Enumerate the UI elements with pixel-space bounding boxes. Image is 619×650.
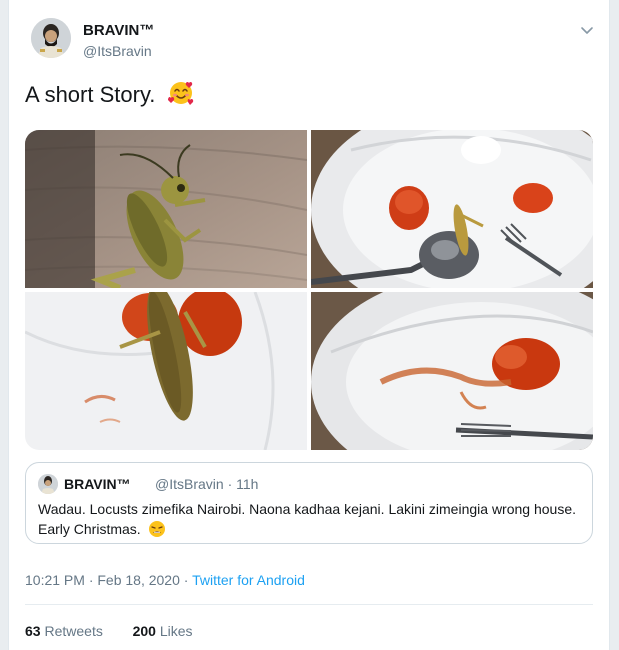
quoted-author-avatar [38, 474, 58, 494]
tweet-stats: 63 Retweets 200 Likes [25, 623, 193, 639]
quoted-handle-time: @ItsBravin · 11h [155, 476, 259, 492]
quoted-author-name: BRAVIN™ [64, 476, 131, 492]
author-name[interactable]: BRAVIN™ [83, 22, 154, 39]
empty-plate-with-sauce-photo[interactable] [311, 292, 593, 450]
smiling-face-with-hearts-icon [167, 80, 194, 112]
tweet-source-link[interactable]: Twitter for Android [192, 572, 305, 588]
retweets-count: 63 [25, 623, 41, 639]
author-handle[interactable]: @ItsBravin [83, 43, 152, 59]
likes-count: 200 [132, 623, 156, 639]
tweet-text: A short Story. [25, 80, 194, 112]
retweets-stat[interactable]: 63 Retweets [25, 623, 103, 639]
quoted-text-content: Wadau. Locusts zimefika Nairobi. Naona k… [38, 501, 576, 537]
tweet-text-content: A short Story. [25, 82, 156, 107]
media-grid[interactable] [25, 130, 593, 450]
tweet-card: BRAVIN™ @ItsBravin A short Story. BRAVIN… [8, 0, 610, 650]
author-avatar[interactable] [31, 18, 71, 58]
grasshopper-on-wood-photo[interactable] [25, 130, 307, 288]
quoted-tweet[interactable]: BRAVIN™ @ItsBravin · 11h Wadau. Locusts … [25, 462, 593, 544]
retweets-label: Retweets [44, 623, 103, 639]
quoted-text: Wadau. Locusts zimefika Nairobi. Naona k… [38, 499, 578, 543]
grasshopper-in-sauce-photo[interactable] [25, 292, 307, 450]
chevron-down-icon[interactable] [579, 22, 595, 38]
likes-label: Likes [159, 623, 193, 639]
divider [25, 604, 593, 605]
likes-stat[interactable]: 200 Likes [133, 623, 193, 639]
tweet-meta: 10:21 PM · Feb 18, 2020 · Twitter for An… [25, 572, 305, 588]
weary-face-icon [148, 520, 166, 543]
tweet-timestamp[interactable]: 10:21 PM · Feb 18, 2020 · [25, 572, 192, 588]
grasshopper-on-plate-with-spoon-fork-photo[interactable] [311, 130, 593, 288]
